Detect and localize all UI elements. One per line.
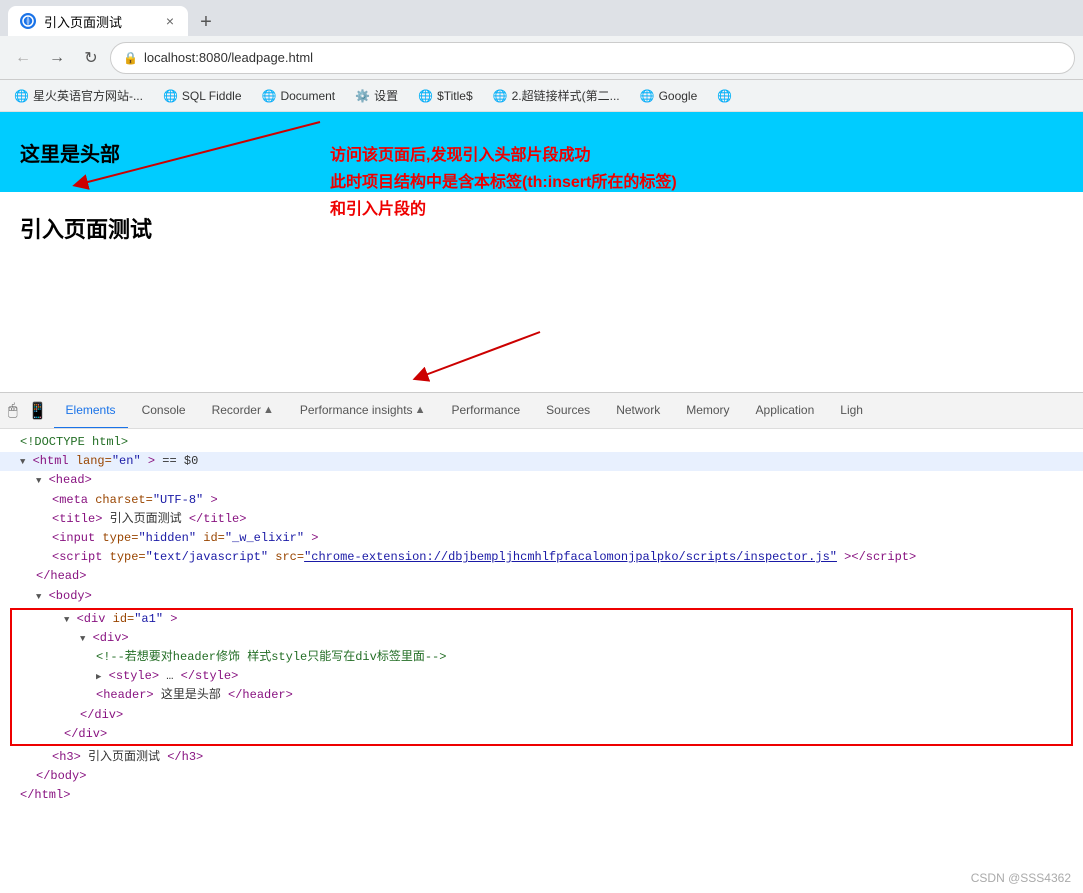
bookmark-icon-hyperlink: 🌐 xyxy=(493,89,508,103)
html-expand-icon xyxy=(20,452,25,471)
code-line-title: <title> 引入页面测试 </title> xyxy=(0,510,1083,529)
url-text: localhost:8080/leadpage.html xyxy=(144,50,313,65)
tab-application[interactable]: Application xyxy=(744,393,827,429)
page-body: 引入页面测试 xyxy=(0,192,1083,274)
tab-performance[interactable]: Performance xyxy=(439,393,532,429)
highlighted-code-block: <div id="a1" > <div> <!--若想要对header修饰 样式… xyxy=(10,608,1073,746)
devtools-inspect-button[interactable]: 🖱 xyxy=(4,398,22,424)
style-expand-icon xyxy=(96,667,101,686)
tab-title: 引入页面测试 xyxy=(44,12,156,31)
bookmark-sqlfiddle[interactable]: 🌐 SQL Fiddle xyxy=(157,87,248,105)
code-line-body-close: </body> xyxy=(0,767,1083,786)
code-line-doctype: <!DOCTYPE html> xyxy=(0,433,1083,452)
perf-insights-warning-icon: ▲ xyxy=(415,404,426,416)
code-line-div-inner-close: </div> xyxy=(12,706,1071,725)
bookmarks-bar: 🌐 星火英语官方网站-... 🌐 SQL Fiddle 🌐 Document ⚙… xyxy=(0,80,1083,112)
devtools-elements-panel: <!DOCTYPE html> <html lang="en" > == $0 … xyxy=(0,429,1083,810)
code-line-input: <input type="hidden" id="_w_elixir" > xyxy=(0,529,1083,548)
bookmark-hyperlink[interactable]: 🌐 2.超链接样式(第二... xyxy=(487,85,626,106)
bookmark-document[interactable]: 🌐 Document xyxy=(256,87,342,105)
lock-icon: 🔒 xyxy=(123,51,138,65)
code-line-html[interactable]: <html lang="en" > == $0 xyxy=(0,452,1083,471)
page-content: 这里是头部 引入页面测试 xyxy=(0,112,1083,392)
bookmark-icon-settings: ⚙️ xyxy=(355,89,370,103)
bookmark-icon-google: 🌐 xyxy=(640,89,655,103)
back-button[interactable]: ← xyxy=(8,43,38,73)
code-line-head[interactable]: <head> xyxy=(0,471,1083,490)
bookmark-icon-extra: 🌐 xyxy=(717,89,732,103)
tab-lighthouse[interactable]: Ligh xyxy=(828,393,875,429)
tab-console[interactable]: Console xyxy=(130,393,198,429)
bookmark-extra[interactable]: 🌐 xyxy=(711,87,738,105)
code-line-header: <header> 这里是头部 </header> xyxy=(12,686,1071,705)
devtools-device-button[interactable]: 📱 xyxy=(24,397,52,425)
tab-bar: 引入页面测试 × + xyxy=(0,0,1083,36)
page-header-text: 这里是头部 xyxy=(20,138,120,167)
url-input[interactable]: 🔒 localhost:8080/leadpage.html xyxy=(110,42,1075,74)
bookmark-google[interactable]: 🌐 Google xyxy=(634,87,704,105)
tab-sources[interactable]: Sources xyxy=(534,393,602,429)
head-expand-icon xyxy=(36,471,41,490)
code-line-div-inner[interactable]: <div> xyxy=(12,629,1071,648)
code-line-comment: <!--若想要对header修饰 样式style只能写在div标签里面--> xyxy=(12,648,1071,667)
active-tab[interactable]: 引入页面测试 × xyxy=(8,6,188,36)
devtools-panel: 🖱 📱 Elements Console Recorder ▲ Performa… xyxy=(0,392,1083,810)
tab-elements[interactable]: Elements xyxy=(54,393,128,429)
bookmark-icon-document: 🌐 xyxy=(262,89,277,103)
new-tab-button[interactable]: + xyxy=(192,8,220,36)
tab-recorder[interactable]: Recorder ▲ xyxy=(200,393,286,429)
csdn-watermark: CSDN @SSS4362 xyxy=(971,871,1071,885)
page-h3: 引入页面测试 xyxy=(20,212,1063,244)
bookmark-xinghuo[interactable]: 🌐 星火英语官方网站-... xyxy=(8,85,149,106)
refresh-button[interactable]: ↻ xyxy=(76,43,106,73)
forward-button[interactable]: → xyxy=(42,43,72,73)
bookmark-icon-title: 🌐 xyxy=(418,89,433,103)
tab-favicon xyxy=(20,13,36,29)
div-a1-expand-icon xyxy=(64,610,69,629)
body-expand-icon xyxy=(36,587,41,606)
tab-close-button[interactable]: × xyxy=(164,12,176,30)
bookmark-icon-xinghuo: 🌐 xyxy=(14,89,29,103)
page-area: 这里是头部 引入页面测试 访问该页面后,发现引入头部片段成功 xyxy=(0,112,1083,392)
devtools-toolbar: 🖱 📱 Elements Console Recorder ▲ Performa… xyxy=(0,393,1083,429)
code-line-html-close: </html> xyxy=(0,786,1083,805)
code-line-div-a1[interactable]: <div id="a1" > xyxy=(12,610,1071,629)
code-line-script: <script type="text/javascript" src="chro… xyxy=(0,548,1083,567)
code-line-h3: <h3> 引入页面测试 </h3> xyxy=(0,748,1083,767)
code-line-div-a1-close: </div> xyxy=(12,725,1071,744)
recorder-warning-icon: ▲ xyxy=(263,404,274,416)
bookmark-icon-sqlfiddle: 🌐 xyxy=(163,89,178,103)
code-line-head-close: </head> xyxy=(0,567,1083,586)
tab-memory[interactable]: Memory xyxy=(674,393,741,429)
bookmark-settings[interactable]: ⚙️ 设置 xyxy=(349,85,404,106)
address-bar: ← → ↻ 🔒 localhost:8080/leadpage.html xyxy=(0,36,1083,80)
bookmark-title[interactable]: 🌐 $Title$ xyxy=(412,87,479,105)
page-header: 这里是头部 xyxy=(0,112,1083,192)
tab-network[interactable]: Network xyxy=(604,393,672,429)
tab-performance-insights[interactable]: Performance insights ▲ xyxy=(288,393,438,429)
browser-chrome: 引入页面测试 × + ← → ↻ 🔒 localhost:8080/leadpa… xyxy=(0,0,1083,112)
code-line-style[interactable]: <style> … </style> xyxy=(12,667,1071,686)
code-line-meta: <meta charset="UTF-8" > xyxy=(0,491,1083,510)
div-inner-expand-icon xyxy=(80,629,85,648)
code-line-body[interactable]: <body> xyxy=(0,587,1083,606)
